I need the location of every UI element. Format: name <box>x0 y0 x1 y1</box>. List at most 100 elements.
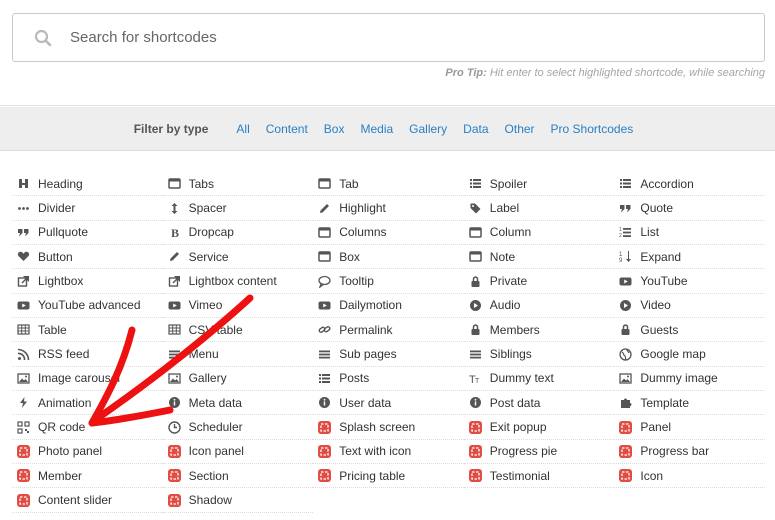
shortcode-item-lightbox[interactable]: Lightbox <box>12 269 163 294</box>
search-box[interactable] <box>12 13 765 62</box>
comment-icon <box>318 275 331 288</box>
shortcode-item-rss-feed[interactable]: RSS feed <box>12 342 163 367</box>
shortcode-item-splash-screen[interactable]: Splash screen <box>313 415 464 440</box>
shortcode-item-dummy-text[interactable]: T T Dummy text <box>463 367 615 392</box>
shortcode-item-table[interactable]: Table <box>12 318 163 343</box>
search-input[interactable] <box>70 29 710 46</box>
shortcode-item-csv-table[interactable]: CSV table <box>162 318 314 343</box>
pro-shortcode-icon <box>167 469 181 483</box>
filter-gallery[interactable]: Gallery <box>409 122 447 136</box>
shortcode-item-box[interactable]: Box <box>313 245 464 270</box>
shortcode-label: Template <box>640 395 690 410</box>
shortcode-item-dropcap[interactable]: B Dropcap <box>162 221 314 246</box>
shortcode-item-youtube-advanced[interactable]: YouTube advanced <box>12 294 163 319</box>
pro-tip-label: Pro Tip: <box>445 67 487 79</box>
shortcode-item-tabs[interactable]: Tabs <box>162 172 314 197</box>
shortcode-item-progress-bar[interactable]: Progress bar <box>614 440 765 465</box>
shortcode-item-menu[interactable]: Menu <box>162 342 314 367</box>
filter-media[interactable]: Media <box>360 122 393 136</box>
heading-icon <box>17 177 30 190</box>
info-icon <box>168 396 181 409</box>
shortcode-item-video[interactable]: Video <box>614 294 765 319</box>
shortcode-label: Menu <box>188 347 219 362</box>
shortcode-item-column[interactable]: Column <box>463 221 615 246</box>
shortcode-item-meta-data[interactable]: Meta data <box>162 391 314 416</box>
shortcode-item-google-map[interactable]: Google map <box>614 342 765 367</box>
shortcode-item-shadow[interactable]: Shadow <box>162 488 314 513</box>
list-icon <box>469 177 482 190</box>
shortcode-item-panel[interactable]: Panel <box>614 415 765 440</box>
shortcode-item-spoiler[interactable]: Spoiler <box>463 172 615 197</box>
shortcode-item-post-data[interactable]: Post data <box>463 391 615 416</box>
filter-box[interactable]: Box <box>324 122 345 136</box>
shortcode-label: Panel <box>640 420 672 435</box>
shortcode-label: Highlight <box>339 201 386 216</box>
filter-content[interactable]: Content <box>266 122 308 136</box>
rss-icon <box>17 348 30 361</box>
filter-other[interactable]: Other <box>505 122 535 136</box>
shortcode-item-spacer[interactable]: Spacer <box>162 196 314 221</box>
shortcode-item-animation[interactable]: Animation <box>12 391 163 416</box>
shortcode-item-content-slider[interactable]: Content slider <box>12 488 163 513</box>
shortcode-item-note[interactable]: Note <box>463 245 615 270</box>
shortcode-item-button[interactable]: Button <box>12 245 163 270</box>
pro-shortcode-icon <box>17 493 30 507</box>
bars-icon <box>168 348 181 361</box>
shortcode-label: Dummy text <box>489 371 554 386</box>
shortcode-item-tooltip[interactable]: Tooltip <box>313 269 464 294</box>
shortcode-item-service[interactable]: Service <box>162 245 314 270</box>
shortcode-item-tab[interactable]: Tab <box>313 172 464 197</box>
shortcode-label: Pricing table <box>339 468 406 483</box>
filter-all[interactable]: All <box>236 122 249 136</box>
shortcode-item-sub-pages[interactable]: Sub pages <box>313 342 464 367</box>
pro-shortcode-icon <box>17 469 30 483</box>
shortcode-item-highlight[interactable]: Highlight <box>313 196 464 221</box>
shortcode-item-expand[interactable]: 1 9 Expand <box>614 245 765 270</box>
shortcode-label: Lightbox content <box>188 274 277 289</box>
shortcode-item-icon-panel[interactable]: Icon panel <box>162 440 314 465</box>
pro-shortcode-icon <box>468 444 482 458</box>
shortcode-item-guests[interactable]: Guests <box>614 318 765 343</box>
shortcode-item-scheduler[interactable]: Scheduler <box>162 415 314 440</box>
shortcode-item-heading[interactable]: Heading <box>12 172 163 197</box>
shortcode-item-progress-pie[interactable]: Progress pie <box>463 440 615 465</box>
shortcode-item-siblings[interactable]: Siblings <box>463 342 615 367</box>
bold-icon: B <box>168 226 181 239</box>
shortcode-item-label[interactable]: Label <box>463 196 615 221</box>
shortcode-item-posts[interactable]: Posts <box>313 367 464 392</box>
shortcode-item-pullquote[interactable]: Pullquote <box>12 221 163 246</box>
pro-shortcode-icon <box>17 444 30 458</box>
filter-data[interactable]: Data <box>463 122 488 136</box>
shortcode-item-user-data[interactable]: User data <box>313 391 464 416</box>
shortcode-item-members[interactable]: Members <box>463 318 615 343</box>
shortcode-item-accordion[interactable]: Accordion <box>614 172 765 197</box>
shortcode-item-vimeo[interactable]: Vimeo <box>162 294 314 319</box>
shortcode-item-lightbox-content[interactable]: Lightbox content <box>162 269 314 294</box>
shortcode-item-quote[interactable]: Quote <box>614 196 765 221</box>
shortcode-item-permalink[interactable]: Permalink <box>313 318 464 343</box>
youtube-icon <box>168 299 181 312</box>
shortcode-item-gallery[interactable]: Gallery <box>162 367 314 392</box>
shortcode-item-testimonial[interactable]: Testimonial <box>463 464 615 489</box>
shortcode-item-member[interactable]: Member <box>12 464 163 489</box>
shortcode-item-list[interactable]: 1 2 List <box>614 221 765 246</box>
tag-icon <box>469 202 482 215</box>
shortcode-item-section[interactable]: Section <box>162 464 314 489</box>
shortcode-item-audio[interactable]: Audio <box>463 294 615 319</box>
shortcode-item-pricing-table[interactable]: Pricing table <box>313 464 464 489</box>
shortcode-item-youtube[interactable]: YouTube <box>614 269 765 294</box>
shortcode-item-dailymotion[interactable]: Dailymotion <box>313 294 464 319</box>
shortcode-item-divider[interactable]: Divider <box>12 196 163 221</box>
shortcode-item-dummy-image[interactable]: Dummy image <box>614 367 765 392</box>
shortcode-item-image-carousel[interactable]: Image carousel <box>12 367 163 392</box>
shortcode-item-photo-panel[interactable]: Photo panel <box>12 440 163 465</box>
shortcode-item-private[interactable]: Private <box>463 269 615 294</box>
shortcode-item-columns[interactable]: Columns <box>313 221 464 246</box>
shortcode-item-template[interactable]: Template <box>614 391 765 416</box>
shortcode-item-qr-code[interactable]: QR code <box>12 415 163 440</box>
filter-pro-shortcodes[interactable]: Pro Shortcodes <box>551 122 634 136</box>
shortcode-item-text-with-icon[interactable]: Text with icon <box>313 440 464 465</box>
youtube-icon <box>17 299 30 312</box>
shortcode-item-exit-popup[interactable]: Exit popup <box>463 415 615 440</box>
shortcode-item-icon[interactable]: Icon <box>614 464 765 489</box>
